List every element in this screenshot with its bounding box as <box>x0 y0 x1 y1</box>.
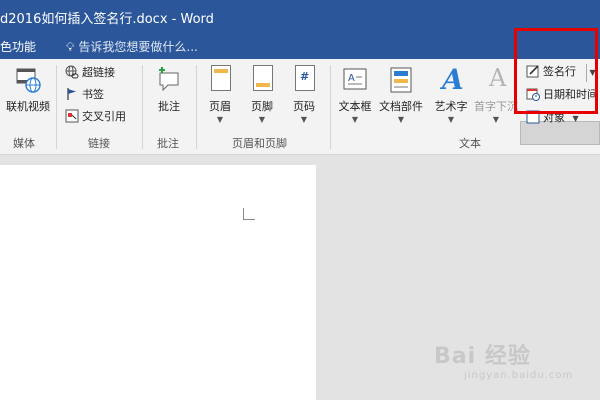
text-box-icon: A <box>342 65 368 95</box>
calendar-clock-icon <box>526 87 540 101</box>
drop-cap-icon: A <box>489 65 507 92</box>
cross-reference-label: 交叉引用 <box>82 110 126 123</box>
wordart-button[interactable]: A 艺术字 ▼ <box>429 63 473 129</box>
tell-me-text: 告诉我您想要做什么... <box>78 40 198 54</box>
chevron-down-icon: ▼ <box>492 115 500 124</box>
comment-icon <box>156 65 182 95</box>
quick-parts-button[interactable]: 文档部件 ▼ <box>377 65 425 129</box>
page-number-icon: # <box>291 65 317 95</box>
window-title: d2016如何插入签名行.docx - Word <box>0 12 214 27</box>
quick-parts-icon <box>388 65 414 95</box>
group-label-links: 链接 <box>88 137 110 150</box>
bookmark-label: 书签 <box>82 88 104 101</box>
header-button[interactable]: 页眉 ▼ <box>202 65 238 129</box>
baidu-watermark: Bai 经验 jingyan.baidu.com <box>434 338 573 381</box>
date-time-label: 日期和时间 <box>543 88 598 101</box>
header-label: 页眉 <box>209 100 231 113</box>
film-globe-icon <box>15 65 41 95</box>
bookmark-button[interactable]: 书签 <box>65 86 104 104</box>
online-video-button[interactable]: 联机视频 <box>0 65 56 129</box>
chevron-down-icon: ▼ <box>447 115 455 124</box>
group-label-header-footer: 页眉和页脚 <box>232 137 287 150</box>
cross-reference-icon <box>65 109 79 123</box>
signature-line-label: 签名行 <box>543 65 576 78</box>
object-button[interactable]: 对象 ▼ <box>526 109 579 127</box>
title-bar: d2016如何插入签名行.docx - Word <box>0 0 600 33</box>
wordart-label: 艺术字 <box>434 100 468 113</box>
chevron-down-icon[interactable]: ▼ <box>573 114 579 123</box>
hyperlink-button[interactable]: 超链接 <box>65 64 115 82</box>
tell-me-box[interactable]: 💡︎ 告诉我您想要做什么... <box>66 38 198 55</box>
footer-label: 页脚 <box>251 100 273 113</box>
page-number-button[interactable]: # 页码 ▼ <box>286 65 322 129</box>
chevron-down-icon: ▼ <box>216 115 224 124</box>
tell-me-bar: 色功能 💡︎ 告诉我您想要做什么... <box>0 33 600 59</box>
document-page[interactable] <box>0 165 316 400</box>
group-label-text: 文本 <box>459 137 481 150</box>
footer-page-icon <box>249 65 275 95</box>
ribbon-insert: 联机视频 媒体 超链接 书签 交叉引用 链接 批注 批注 页眉 ▼ 页脚 ▼ #… <box>0 59 600 155</box>
quick-parts-label: 文档部件 <box>379 100 423 113</box>
page-number-label: 页码 <box>293 100 315 113</box>
lightbulb-icon: 💡︎ <box>66 40 75 54</box>
signature-line-button[interactable]: 签名行 ▼ <box>526 63 596 82</box>
margin-corner-mark <box>243 208 255 220</box>
wordart-icon: A <box>442 63 464 96</box>
footer-button[interactable]: 页脚 ▼ <box>244 65 280 129</box>
group-separator <box>196 65 197 149</box>
tab-features[interactable]: 色功能 <box>0 38 36 55</box>
chevron-down-icon: ▼ <box>397 115 405 124</box>
signature-pen-icon <box>526 64 540 78</box>
chevron-down-icon: ▼ <box>351 115 359 124</box>
new-comment-button[interactable]: 批注 <box>148 65 190 129</box>
flag-icon <box>65 87 79 101</box>
watermark-sub: jingyan.baidu.com <box>464 370 574 381</box>
date-time-button[interactable]: 日期和时间 <box>526 86 598 104</box>
online-video-label: 联机视频 <box>6 100 50 113</box>
header-page-icon <box>207 65 233 95</box>
svg-text:A: A <box>348 73 355 84</box>
group-separator <box>142 65 143 149</box>
watermark-main: Bai 经验 <box>434 344 531 369</box>
group-separator <box>330 65 331 149</box>
group-label-media: 媒体 <box>13 137 35 150</box>
new-comment-label: 批注 <box>158 100 180 113</box>
text-box-button[interactable]: A 文本框 ▼ <box>334 65 376 129</box>
hyperlink-label: 超链接 <box>82 66 115 79</box>
globe-link-icon <box>65 65 79 79</box>
chevron-down-icon: ▼ <box>258 115 266 124</box>
object-label: 对象 <box>543 111 565 124</box>
group-separator <box>56 65 57 149</box>
text-box-label: 文本框 <box>338 100 372 113</box>
group-label-comments: 批注 <box>157 137 179 150</box>
chevron-down-icon[interactable]: ▼ <box>585 64 596 82</box>
object-icon <box>526 110 540 124</box>
chevron-down-icon: ▼ <box>300 115 308 124</box>
drop-cap-button[interactable]: A 首字下沉 ▼ <box>472 65 520 129</box>
drop-cap-label: 首字下沉 <box>474 100 518 113</box>
cross-reference-button[interactable]: 交叉引用 <box>65 108 126 126</box>
